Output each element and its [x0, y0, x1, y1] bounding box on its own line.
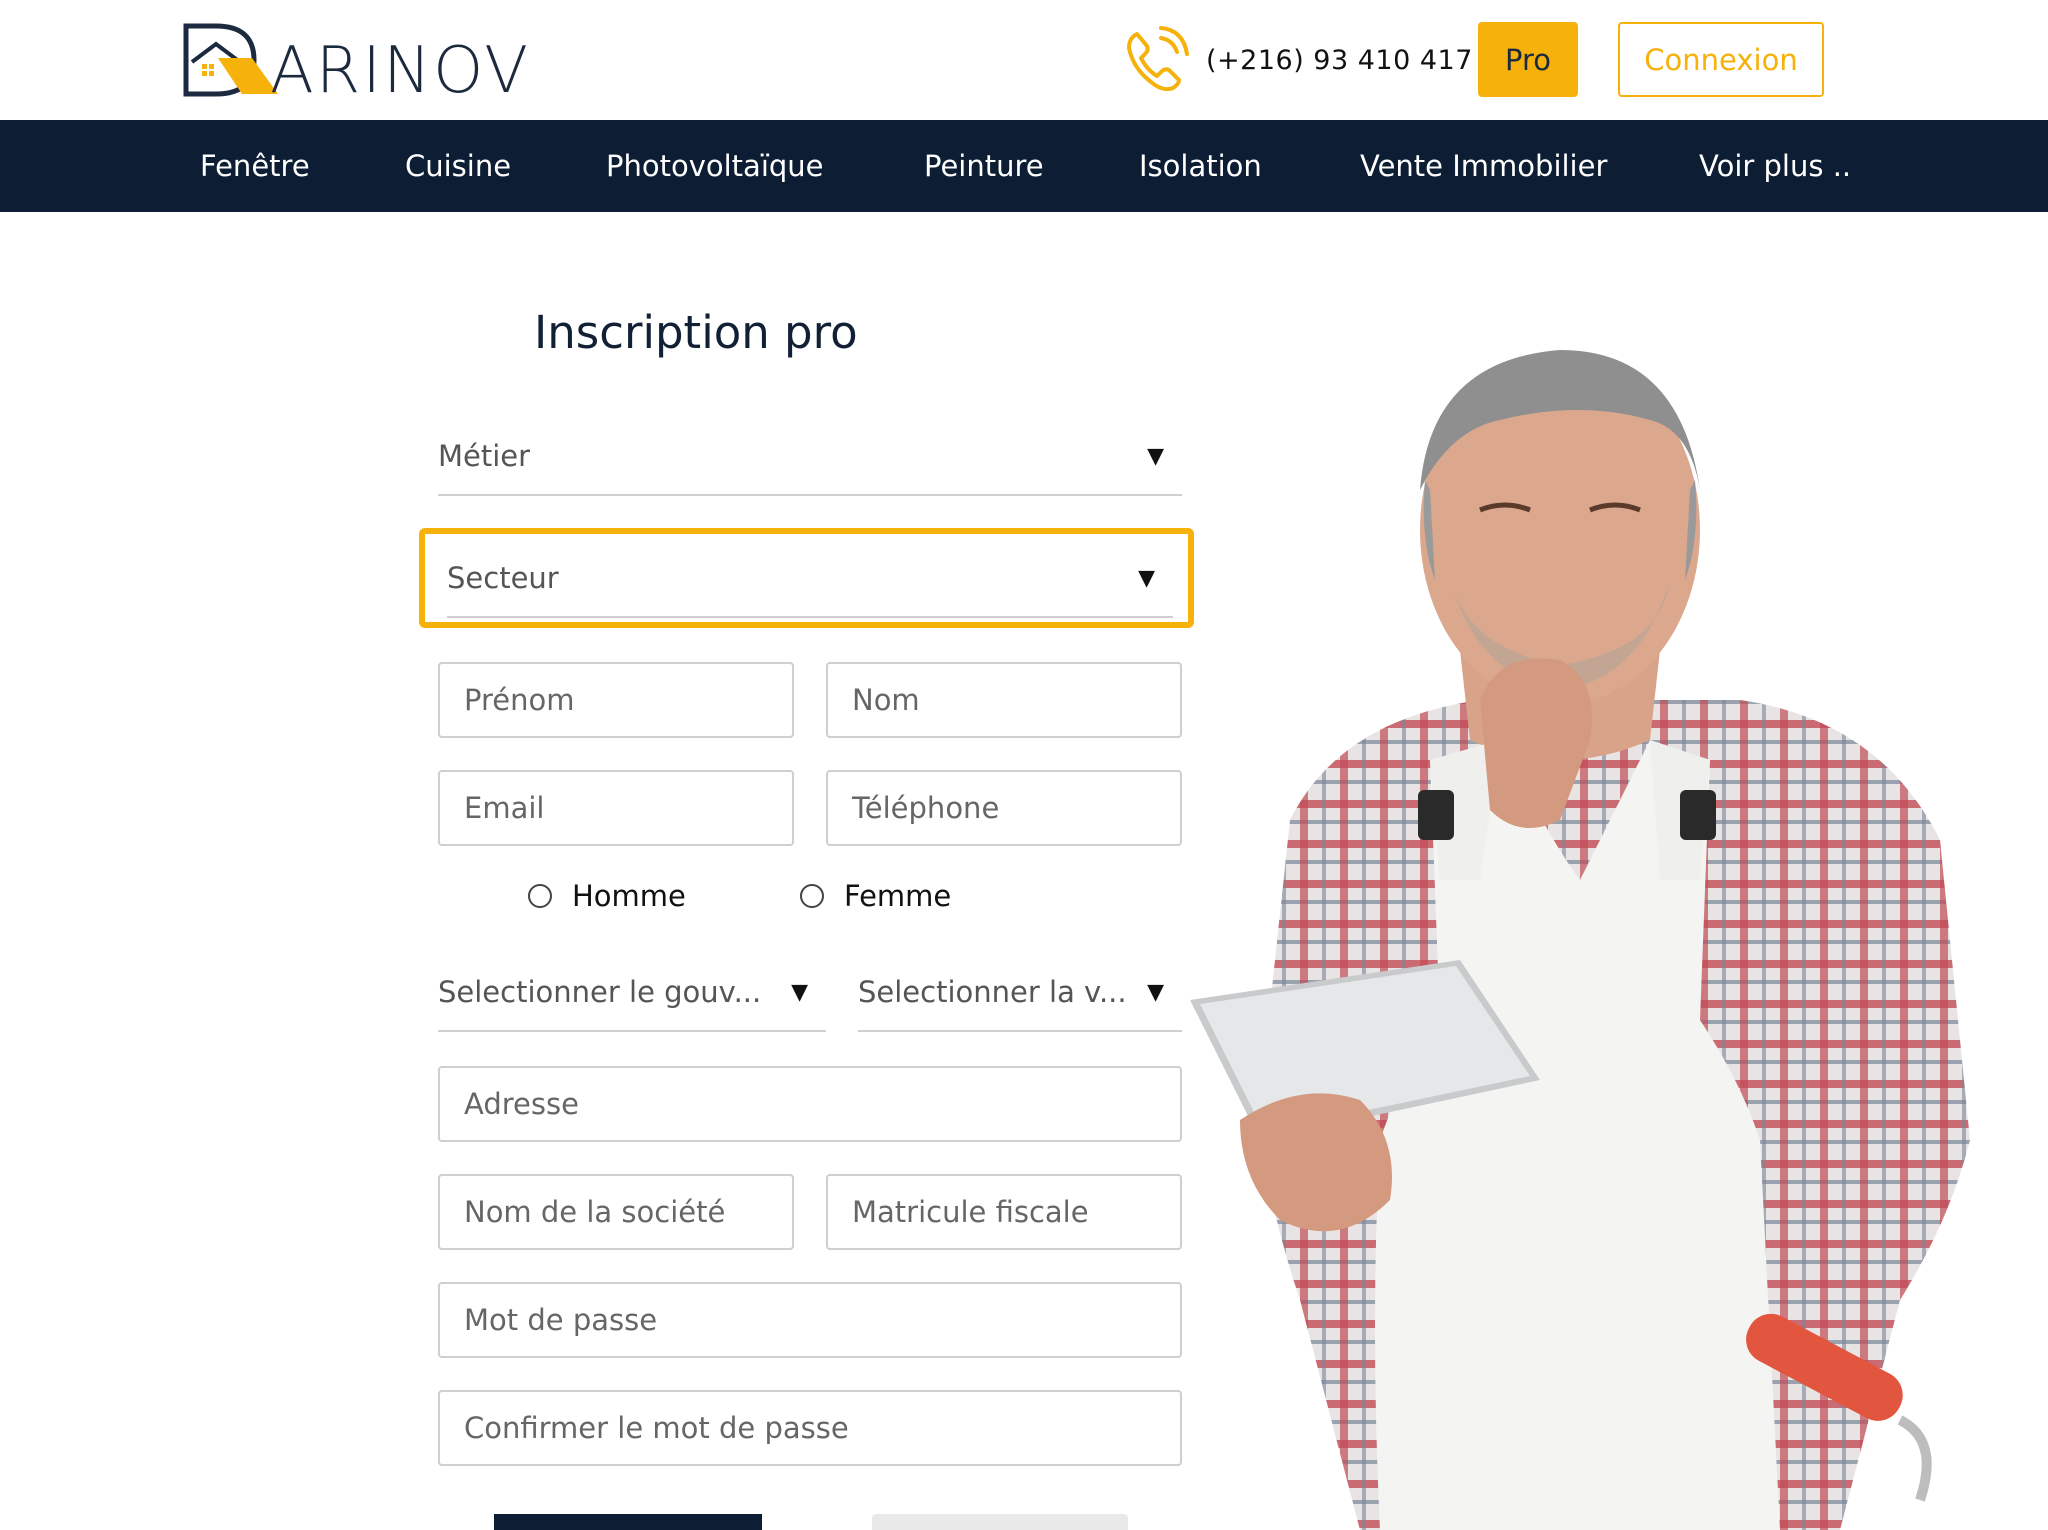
secondary-button[interactable]	[872, 1514, 1128, 1530]
email-placeholder: Email	[464, 791, 545, 825]
phone-ringing-icon	[1122, 22, 1194, 98]
worker-photo	[1180, 320, 1980, 1530]
societe-placeholder: Nom de la société	[464, 1195, 726, 1229]
radio-circle[interactable]	[528, 884, 552, 908]
prenom-placeholder: Prénom	[464, 683, 575, 717]
adresse-placeholder: Adresse	[464, 1087, 579, 1121]
telephone-placeholder: Téléphone	[852, 791, 1000, 825]
gender-radio-homme[interactable]: Homme	[528, 876, 686, 916]
phone-contact[interactable]: (+216) 93 410 417	[1122, 22, 1473, 98]
metier-select[interactable]: Métier ▼	[438, 418, 1182, 496]
adresse-field[interactable]: Adresse	[438, 1066, 1182, 1142]
secteur-select-label: Secteur	[447, 561, 559, 595]
matricule-placeholder: Matricule fiscale	[852, 1195, 1089, 1229]
caret-down-icon: ▼	[791, 979, 808, 1005]
prenom-field[interactable]: Prénom	[438, 662, 794, 738]
nav-item-vente-immobilier[interactable]: Vente Immobilier	[1360, 120, 1607, 212]
nav-item-peinture[interactable]: Peinture	[924, 120, 1044, 212]
brand-logo[interactable]: ARINOV	[182, 22, 552, 98]
nom-field[interactable]: Nom	[826, 662, 1182, 738]
ville-select-label: Selectionner la v...	[858, 975, 1127, 1009]
brand-name: ARINOV	[270, 34, 530, 98]
phone-number: (+216) 93 410 417	[1206, 44, 1473, 76]
password-placeholder: Mot de passe	[464, 1303, 658, 1337]
gender-radio-femme[interactable]: Femme	[800, 876, 951, 916]
nav-item-fenetre[interactable]: Fenêtre	[200, 120, 310, 212]
caret-down-icon: ▼	[1147, 443, 1164, 469]
metier-select-label: Métier	[438, 439, 531, 473]
matricule-field[interactable]: Matricule fiscale	[826, 1174, 1182, 1250]
password-field[interactable]: Mot de passe	[438, 1282, 1182, 1358]
confirm-password-field[interactable]: Confirmer le mot de passe	[438, 1390, 1182, 1466]
caret-down-icon: ▼	[1138, 565, 1155, 591]
secteur-select[interactable]: Secteur ▼	[447, 540, 1173, 618]
caret-down-icon: ▼	[1147, 979, 1164, 1005]
submit-button[interactable]	[494, 1514, 762, 1530]
gender-femme-label: Femme	[844, 879, 952, 913]
radio-circle[interactable]	[800, 884, 824, 908]
telephone-field[interactable]: Téléphone	[826, 770, 1182, 846]
main-nav: Fenêtre Cuisine Photovoltaïque Peinture …	[0, 120, 2048, 212]
pro-button[interactable]: Pro	[1478, 22, 1578, 97]
confirm-password-placeholder: Confirmer le mot de passe	[464, 1411, 849, 1445]
nav-item-photovoltaique[interactable]: Photovoltaïque	[606, 120, 824, 212]
nav-item-isolation[interactable]: Isolation	[1139, 120, 1262, 212]
gouvernorat-select[interactable]: Selectionner le gouv... ▼	[438, 954, 826, 1032]
nav-item-voir-plus[interactable]: Voir plus ..	[1699, 120, 1851, 212]
gouvernorat-select-label: Selectionner le gouv...	[438, 975, 762, 1009]
login-button[interactable]: Connexion	[1618, 22, 1824, 97]
gender-homme-label: Homme	[572, 879, 686, 913]
societe-field[interactable]: Nom de la société	[438, 1174, 794, 1250]
email-field[interactable]: Email	[438, 770, 794, 846]
ville-select[interactable]: Selectionner la v... ▼	[858, 954, 1182, 1032]
nom-placeholder: Nom	[852, 683, 920, 717]
page-title: Inscription pro	[534, 306, 858, 359]
nav-item-cuisine[interactable]: Cuisine	[405, 120, 511, 212]
site-header: ARINOV (+216) 93 410 417 Pro Connexion	[0, 0, 2048, 120]
